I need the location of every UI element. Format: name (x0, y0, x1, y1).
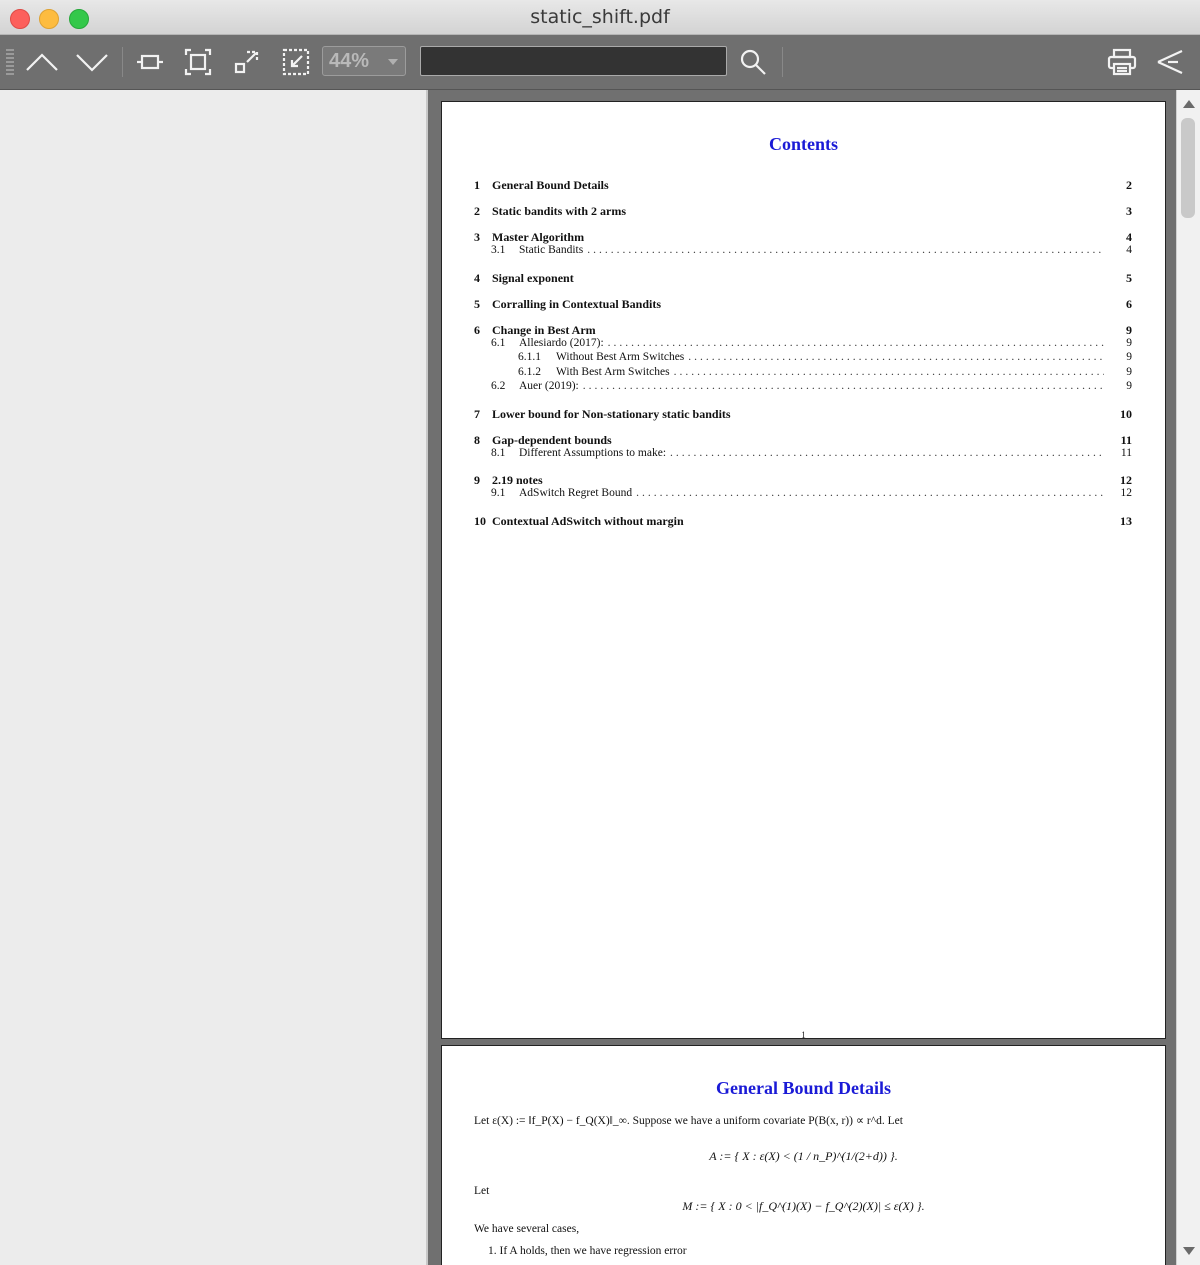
fit-page-button[interactable] (182, 44, 214, 80)
fit-width-button[interactable] (134, 44, 166, 80)
window-title: static_shift.pdf (530, 6, 670, 28)
vertical-scrollbar[interactable] (1176, 90, 1200, 1265)
toc-entry[interactable]: 1 General Bound Details 2 (474, 178, 1132, 192)
scissors-icon (1157, 50, 1183, 74)
toc-subentry[interactable]: 3.1 Static Bandits.......................… (474, 244, 1132, 259)
toc-entry[interactable]: 2 Static bandits with 2 arms 3 (474, 204, 1132, 218)
scroll-up-arrow-icon[interactable] (1183, 100, 1195, 108)
toc-entry[interactable]: 7 Lower bound for Non-stationary static b… (474, 407, 1132, 421)
pdf-page-2: General Bound Details Let ε(X) := ‖f_P(X… (441, 1045, 1166, 1265)
paragraph: Let (474, 1185, 490, 1197)
printer-icon (1107, 48, 1137, 76)
toc-entry[interactable]: 5 Corralling in Contextual Bandits 6 (474, 297, 1132, 311)
chevron-down-icon (76, 54, 108, 72)
zoom-select[interactable]: 44% (322, 46, 406, 76)
equation: A := { X : ε(X) < (1 / n_P)^(1/(2+d)) }. (709, 1149, 898, 1163)
chevron-up-icon (26, 53, 58, 71)
shrink-icon (282, 48, 310, 76)
toc-entry[interactable]: 4 Signal exponent 5 (474, 271, 1132, 285)
print-button[interactable] (1104, 44, 1140, 80)
zoom-in-button[interactable] (231, 44, 263, 80)
fit-page-icon (184, 48, 212, 76)
toc-entry[interactable]: 3 Master Algorithm 4 (474, 230, 1132, 244)
pdf-page-1: Contents 1 General Bound Details 2 2 Static… (441, 101, 1166, 1040)
search-icon (740, 49, 766, 75)
toc-subentry[interactable]: 8.1 Different Assumptions to make:.......… (474, 447, 1132, 462)
equation: M := { X : 0 < |f_Q^(1)(X) − f_Q^(2)(X)|… (682, 1199, 925, 1213)
previous-page-button[interactable] (22, 44, 62, 80)
toc-subentry[interactable]: 6.1 Allesiardo (2017):...................… (474, 337, 1132, 352)
toc-subentry[interactable]: 9.1 AdSwitch Regret Bound................… (474, 487, 1132, 502)
toc-entry[interactable]: 8 Gap-dependent bounds 11 (474, 433, 1132, 447)
toc-subentry[interactable]: 6.2 Auer (2019):.........................… (474, 380, 1132, 395)
document-scroll-view[interactable]: Contents 1 General Bound Details 2 2 Static… (426, 90, 1176, 1265)
zoom-out-button[interactable] (280, 44, 312, 80)
section-heading: General Bound Details (715, 1078, 891, 1098)
next-page-button[interactable] (72, 44, 112, 80)
zoom-value: 44% (329, 50, 370, 72)
toc-subentry[interactable]: 6.1.2 With Best Arm Switches.............… (474, 366, 1132, 381)
toolbar-separator (782, 47, 783, 77)
dropdown-arrow-icon (388, 59, 398, 65)
toolbar-grip-icon[interactable] (6, 49, 14, 75)
paragraph: Let ε(X) := ‖f_P(X) − f_Q(X)‖_∞. Suppose… (474, 1115, 903, 1127)
tools-button[interactable] (1152, 44, 1188, 80)
toolbar-separator (122, 47, 123, 77)
toc-title: Contents (768, 134, 838, 154)
fit-width-icon (137, 54, 163, 70)
list-item: 1. If A holds, then we have regression e… (488, 1245, 687, 1257)
scroll-down-arrow-icon[interactable] (1183, 1247, 1195, 1255)
paragraph: We have several cases, (474, 1223, 580, 1235)
expand-icon (234, 50, 259, 74)
document-area: Contents 1 General Bound Details 2 2 Static… (426, 90, 1200, 1265)
toc-subentry[interactable]: 6.1.1 Without Best Arm Switches..........… (474, 351, 1132, 366)
toolbar: 44% (0, 35, 1200, 90)
toc-entry[interactable]: 6 Change in Best Arm 9 (474, 323, 1132, 337)
table-of-contents: 1 General Bound Details 2 2 Static bandits … (474, 178, 1132, 528)
toc-entry[interactable]: 10 Contextual AdSwitch without margin 13 (474, 514, 1132, 528)
scrollbar-thumb[interactable] (1181, 118, 1195, 218)
toc-entry[interactable]: 9 2.19 notes 12 (474, 473, 1132, 487)
pdf-viewer-window: static_shift.pdf 44% Contents 1 General … (0, 0, 1200, 1265)
title-bar: static_shift.pdf (0, 0, 1200, 35)
page-number: 1 (801, 1030, 806, 1040)
search-input[interactable] (420, 46, 727, 76)
sidebar-panel (0, 90, 426, 1265)
search-button[interactable] (736, 44, 770, 80)
